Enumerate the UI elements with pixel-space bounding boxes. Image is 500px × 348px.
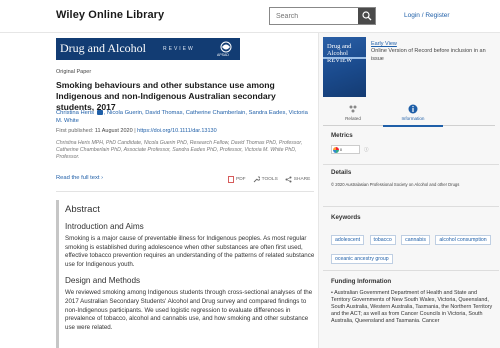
tab-related[interactable]: Related: [323, 102, 383, 126]
cover-stripe: [323, 57, 366, 59]
search-input[interactable]: [270, 8, 359, 24]
tab-related-label: Related: [345, 116, 361, 121]
metrics-info-icon[interactable]: ⓘ: [364, 147, 369, 153]
funding-heading: Funding Information: [331, 278, 392, 285]
article-tools: PDF TOOLS SHARE: [228, 176, 310, 183]
share-icon: [285, 176, 292, 183]
keyword-tag[interactable]: tobacco: [369, 235, 396, 245]
author-list: Christina Heris , Nicola Guerin, David T…: [56, 109, 308, 124]
abstract-heading: Abstract: [65, 204, 100, 215]
intro-heading: Introduction and Aims: [65, 222, 144, 231]
tools-label: TOOLS: [261, 177, 278, 182]
funding-text: • Australian Government Department of He…: [331, 290, 493, 324]
pdf-button[interactable]: PDF: [228, 176, 246, 183]
keyword-tag[interactable]: alcohol consumption: [435, 235, 491, 245]
tab-information-label: Information: [401, 116, 425, 121]
journal-banner[interactable]: Drug and Alcohol REVIEW APSAD: [56, 38, 240, 60]
keyword-tag[interactable]: oceanic ancestry group: [331, 254, 393, 264]
author-affiliations: Christina Heris MPH, PhD Candidate, Nico…: [56, 140, 303, 160]
keywords-heading: Keywords: [331, 214, 361, 221]
doi-link[interactable]: https://doi.org/10.1111/dar.13130: [137, 128, 217, 134]
login-register-link[interactable]: Login / Register: [404, 12, 450, 19]
active-tab-indicator: [383, 125, 443, 127]
info-sidebar: Drug and Alcohol REVIEW Early View Onlin…: [318, 33, 500, 348]
first-published-label: First published:: [56, 128, 94, 134]
wrench-icon: [253, 176, 260, 183]
altmetric-score: 8: [340, 147, 342, 152]
chevron-right-icon: ›: [101, 175, 104, 181]
keyword-tag[interactable]: cannabis: [401, 235, 430, 245]
search-icon: [361, 11, 371, 21]
author-link[interactable]: Sandra Eades: [249, 110, 286, 116]
pdf-icon: [228, 176, 234, 183]
journal-cover[interactable]: Drug and Alcohol REVIEW: [323, 37, 366, 97]
author-link[interactable]: Nicola Guerin: [107, 110, 142, 116]
sidebar-divider: [323, 270, 499, 271]
share-button[interactable]: SHARE: [285, 176, 311, 183]
main-content: Drug and Alcohol REVIEW APSAD Original P…: [0, 33, 318, 348]
read-full-text-link[interactable]: Read the full text ›: [56, 175, 103, 181]
article-page: Wiley Online Library Login / Register Dr…: [0, 0, 500, 348]
sidebar-divider: [323, 206, 499, 207]
keyword-tag[interactable]: adolescent: [331, 235, 365, 245]
author-link[interactable]: David Thomas: [145, 110, 182, 116]
read-full-text-label: Read the full text: [56, 175, 100, 181]
altmetric-donut-icon: [333, 146, 339, 153]
journal-subtitle: REVIEW: [163, 46, 195, 52]
early-view-link[interactable]: Early View: [371, 41, 397, 47]
publication-line: First published: 11 August 2020 | https:…: [56, 128, 217, 134]
site-header: Wiley Online Library Login / Register: [0, 0, 500, 33]
keywords-list: adolescent tobacco cannabis alcohol cons…: [331, 228, 493, 266]
article-type: Original Paper: [56, 69, 92, 75]
sidebar-divider: [323, 164, 499, 165]
site-logo[interactable]: Wiley Online Library: [56, 9, 164, 21]
cover-title: Drug and Alcohol REVIEW: [327, 43, 353, 64]
share-label: SHARE: [293, 177, 311, 182]
info-icon: [408, 104, 418, 114]
design-text: We reviewed smoking among Indigenous stu…: [65, 289, 313, 331]
section-divider: [56, 191, 314, 192]
author-link[interactable]: Catherine Chamberlain: [186, 110, 246, 116]
journal-title: Drug and Alcohol: [60, 41, 146, 55]
search-box: [269, 7, 376, 25]
early-view-description: Online Version of Record before inclusio…: [371, 48, 486, 62]
metrics-heading: Metrics: [331, 132, 353, 139]
tools-button[interactable]: TOOLS: [253, 176, 278, 183]
author-link[interactable]: Christina Heris: [56, 110, 94, 116]
abstract-section: Abstract Introduction and Aims Smoking i…: [56, 200, 316, 348]
related-icon: [349, 105, 357, 113]
design-heading: Design and Methods: [65, 276, 141, 286]
details-heading: Details: [331, 169, 352, 176]
pdf-label: PDF: [236, 177, 246, 182]
sidebar-tabs: Related Information: [323, 102, 495, 127]
search-button[interactable]: [358, 8, 375, 24]
intro-text: Smoking is a major cause of preventable …: [65, 235, 315, 268]
altmetric-badge[interactable]: 8: [331, 145, 360, 154]
details-copyright: © 2020 Australasian Professional Society…: [331, 182, 460, 187]
society-logo-text: APSAD: [217, 53, 229, 57]
first-published-date: 11 August 2020: [94, 128, 133, 134]
orcid-icon[interactable]: [96, 109, 103, 115]
tab-information[interactable]: Information: [383, 102, 443, 127]
